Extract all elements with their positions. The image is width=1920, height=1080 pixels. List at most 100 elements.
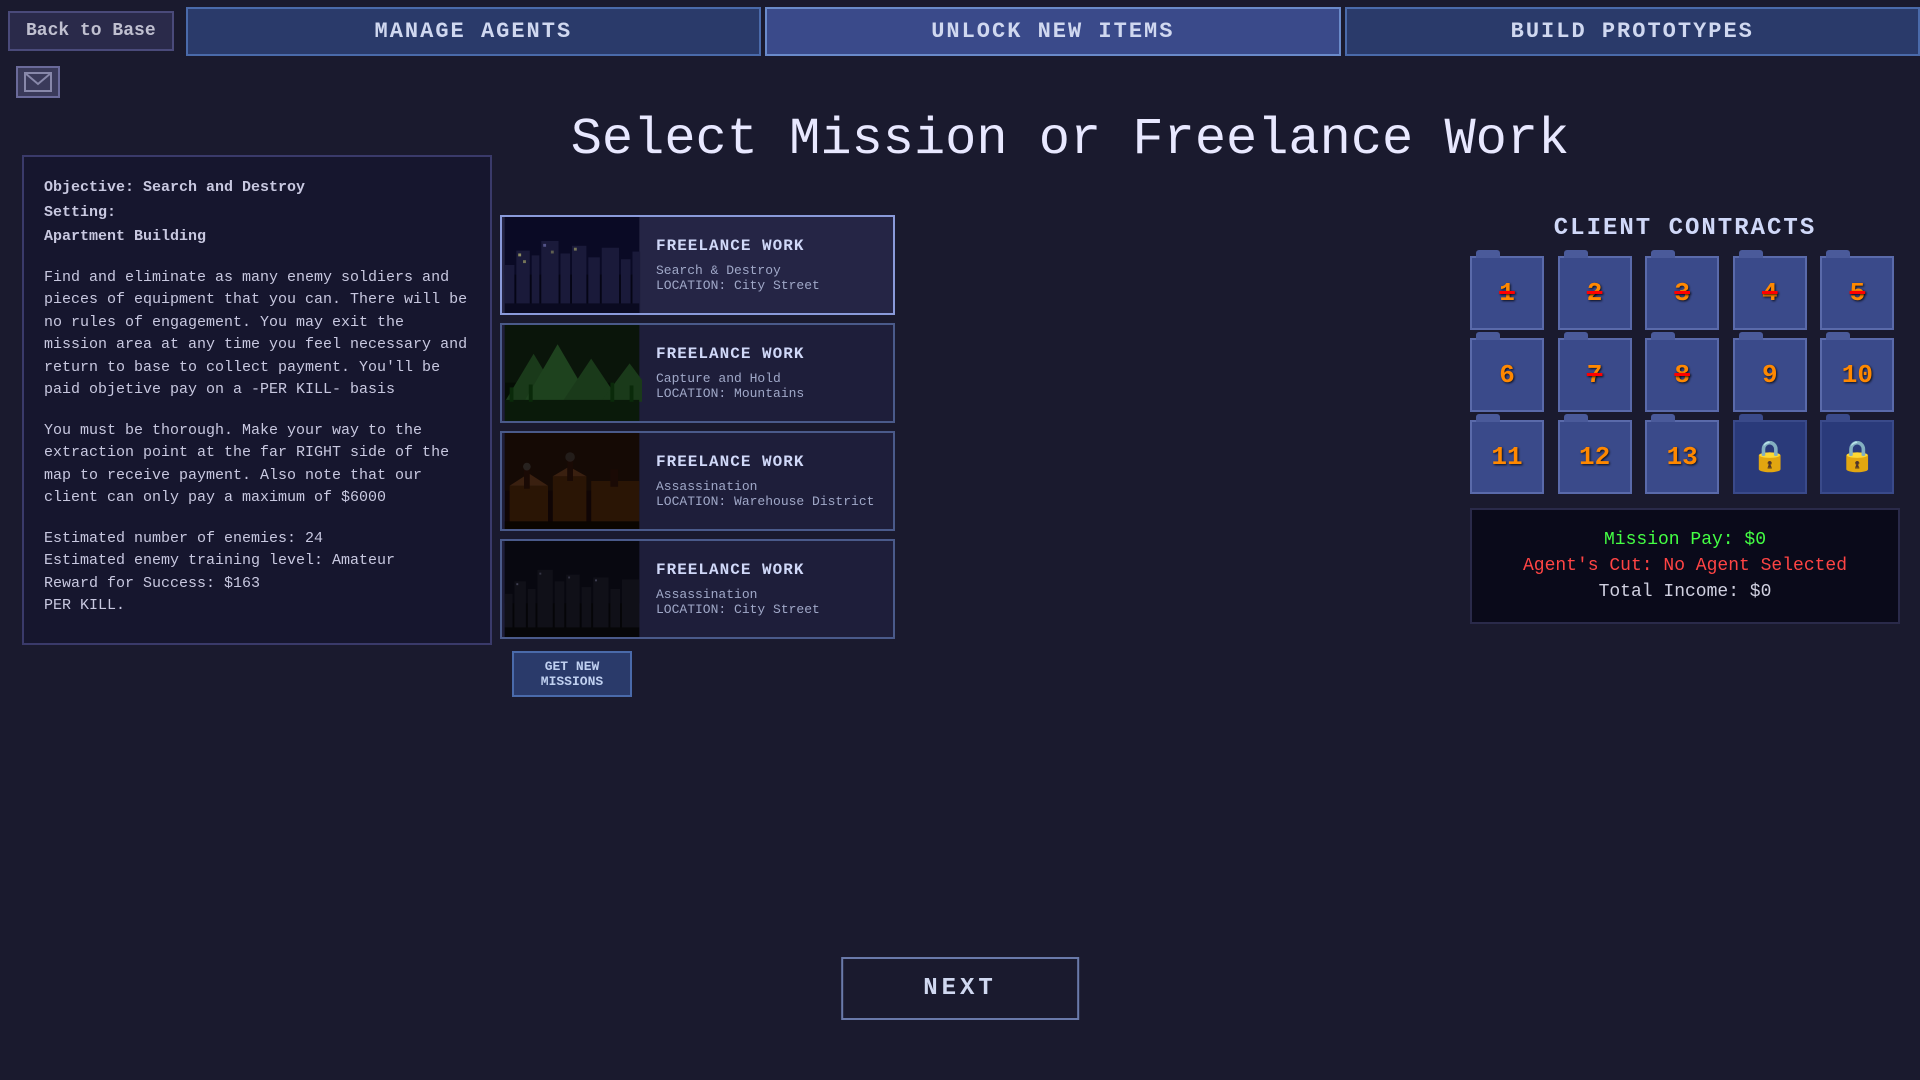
folder-number-3: 3 [1674,278,1690,308]
folder-tab-9 [1739,332,1763,340]
folder-number-4: 4 [1762,278,1778,308]
mission-type-3: FREELANCE WORK [656,453,874,471]
folder-tab-11 [1476,414,1500,422]
folder-tab-8 [1651,332,1675,340]
folder-number-1: 1 [1499,278,1515,308]
folder-tab-4 [1739,250,1763,258]
objective-panel: Objective: Search and Destroy Setting: A… [22,155,492,645]
setting-value: Apartment Building [44,226,470,249]
folder-tab-7 [1564,332,1588,340]
mission-location-1: LOCATION: City Street [656,278,820,293]
contracts-title: CLIENT CONTRACTS [1470,215,1900,242]
payment-panel: Mission Pay: $0 Agent's Cut: No Agent Se… [1470,508,1900,624]
contract-folder-9[interactable]: 9 [1733,338,1807,412]
contract-folder-7[interactable]: 7 [1558,338,1632,412]
mail-icon[interactable] [16,66,60,98]
contract-folder-5[interactable]: 5 [1820,256,1894,330]
mission-info-4: FREELANCE WORK Assassination LOCATION: C… [642,541,834,637]
mission-item-4[interactable]: FREELANCE WORK Assassination LOCATION: C… [500,539,895,639]
contract-folder-10[interactable]: 10 [1820,338,1894,412]
folder-tab-5 [1826,250,1850,258]
folder-number-12: 12 [1579,442,1610,472]
folder-tab-12 [1564,414,1588,422]
mission-item-1[interactable]: FREELANCE WORK Search & Destroy LOCATION… [500,215,895,315]
unlock-new-items-button[interactable]: UNLOCK NEW ITEMS [765,7,1340,56]
mission-thumb-4 [502,541,642,637]
contract-folder-8[interactable]: 8 [1645,338,1719,412]
mission-subtype-3: Assassination [656,479,874,494]
contract-folder-14[interactable]: 🔒 [1733,420,1807,494]
folder-number-6: 6 [1499,360,1515,390]
mission-type-1: FREELANCE WORK [656,237,820,255]
objective-body1: Find and eliminate as many enemy soldier… [44,267,470,402]
lock-icon: 🔒 [1839,439,1876,476]
mission-item-2[interactable]: FREELANCE WORK Capture and Hold LOCATION… [500,323,895,423]
objective-title: Objective: Search and Destroy [44,177,470,200]
mountains-thumb-svg [502,325,642,421]
warehouse-thumb-svg [502,433,642,529]
contract-folder-2[interactable]: 2 [1558,256,1632,330]
training-level: Estimated enemy training level: Amateur [44,550,470,573]
mission-location-3: LOCATION: Warehouse District [656,494,874,509]
folder-number-5: 5 [1850,278,1866,308]
mission-list: FREELANCE WORK Search & Destroy LOCATION… [500,215,895,697]
objective-stats: Estimated number of enemies: 24 Estimate… [44,528,470,618]
enemies-count: Estimated number of enemies: 24 [44,528,470,551]
folder-number-2: 2 [1587,278,1603,308]
folder-number-9: 9 [1762,360,1778,390]
mission-thumb-3 [502,433,642,529]
mail-icon-container [16,66,60,98]
get-new-missions-button[interactable]: GET NEWMISSIONS [512,651,632,697]
contract-folder-11[interactable]: 11 [1470,420,1544,494]
folder-tab-13 [1651,414,1675,422]
top-nav: Back to Base MANAGE AGENTS UNLOCK NEW IT… [0,0,1920,62]
mission-info-1: FREELANCE WORK Search & Destroy LOCATION… [642,217,834,313]
payment-mission: Mission Pay: $0 [1492,530,1878,550]
manage-agents-button[interactable]: MANAGE AGENTS [186,7,761,56]
mission-thumb-1 [502,217,642,313]
next-button[interactable]: NEXT [841,957,1079,1020]
mission-info-2: FREELANCE WORK Capture and Hold LOCATION… [642,325,818,421]
objective-body2: You must be thorough. Make your way to t… [44,420,470,510]
folder-tab-2 [1564,250,1588,258]
contract-folder-12[interactable]: 12 [1558,420,1632,494]
payment-agent: Agent's Cut: No Agent Selected [1492,556,1878,576]
contract-folder-15[interactable]: 🔒 [1820,420,1894,494]
contract-folder-6[interactable]: 6 [1470,338,1544,412]
build-prototypes-button[interactable]: BUILD PROTOTYPES [1345,7,1920,56]
folder-tab-10 [1826,332,1850,340]
mission-subtype-1: Search & Destroy [656,263,820,278]
contracts-grid: 12345678910111213🔒🔒 [1470,256,1900,494]
folder-number-10: 10 [1842,360,1873,390]
mission-info-3: FREELANCE WORK Assassination LOCATION: W… [642,433,888,529]
folder-tab-3 [1651,250,1675,258]
mission-location-2: LOCATION: Mountains [656,386,804,401]
mission-subtype-2: Capture and Hold [656,371,804,386]
back-to-base-button[interactable]: Back to Base [8,11,174,51]
contract-folder-13[interactable]: 13 [1645,420,1719,494]
folder-tab-1 [1476,250,1500,258]
mission-type-2: FREELANCE WORK [656,345,804,363]
folder-number-8: 8 [1674,360,1690,390]
contract-folder-1[interactable]: 1 [1470,256,1544,330]
folder-number-7: 7 [1587,360,1603,390]
lock-icon: 🔒 [1751,439,1788,476]
mission-thumb-2 [502,325,642,421]
folder-number-13: 13 [1667,442,1698,472]
city-thumb-1-svg [502,217,642,313]
contract-folder-3[interactable]: 3 [1645,256,1719,330]
city2-thumb-svg [502,541,642,637]
mission-subtype-4: Assassination [656,587,820,602]
folder-tab-15 [1826,414,1850,422]
mission-item-3[interactable]: FREELANCE WORK Assassination LOCATION: W… [500,431,895,531]
mission-location-4: LOCATION: City Street [656,602,820,617]
reward: Reward for Success: $163 [44,573,470,596]
setting-label: Setting: [44,202,470,225]
folder-number-11: 11 [1491,442,1522,472]
folder-tab-14 [1739,414,1763,422]
page-title: Select Mission or Freelance Work [520,110,1620,169]
contract-folder-4[interactable]: 4 [1733,256,1807,330]
folder-tab-6 [1476,332,1500,340]
per-kill: PER KILL. [44,595,470,618]
envelope-svg [24,72,52,92]
